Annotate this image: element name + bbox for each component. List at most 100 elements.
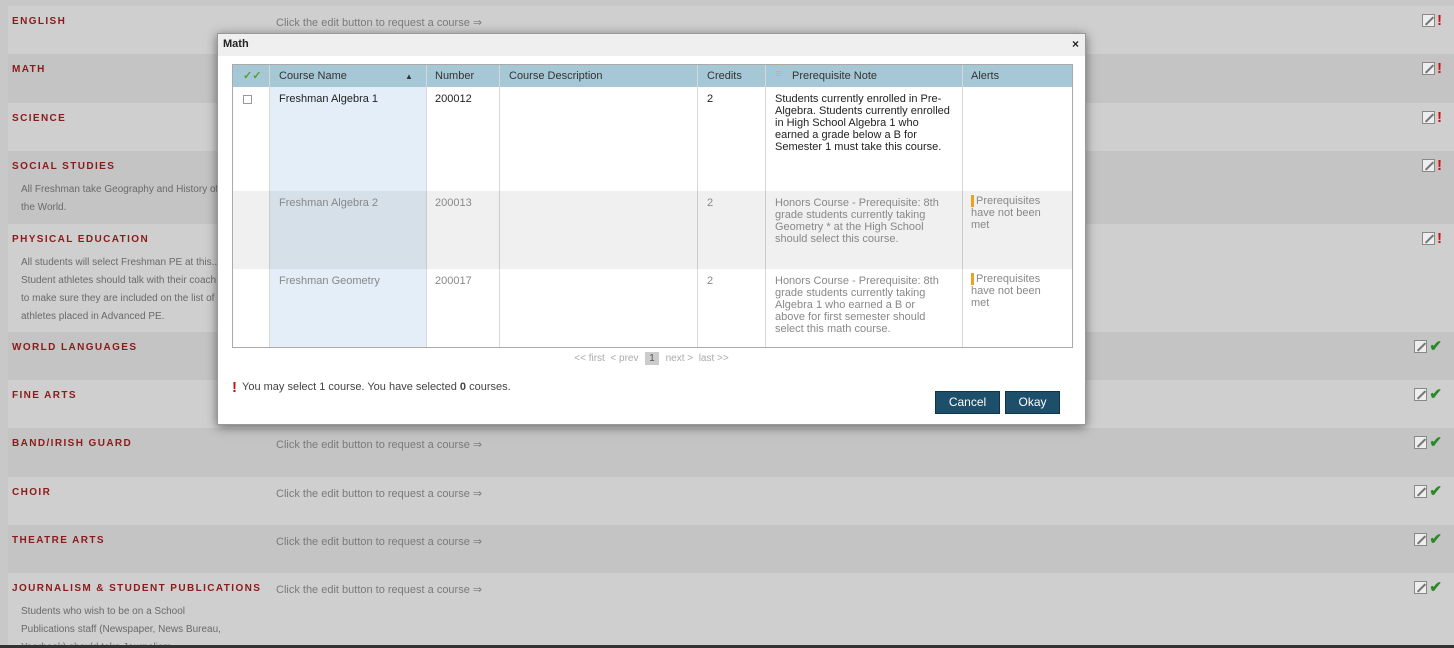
- edit-icon[interactable]: [1414, 388, 1428, 401]
- prereq-note: Honors Course - Prerequisite: 8th grade …: [775, 275, 939, 335]
- category-description: Students who wish to be on a School Publ…: [21, 606, 221, 645]
- column-description[interactable]: Course Description: [509, 70, 603, 82]
- course-grid: ✓✓ Course Name ▲ Number Course Descripti…: [232, 64, 1073, 348]
- prereq-note: Students currently enrolled in Pre-Algeb…: [775, 93, 950, 153]
- note-icon: ≡: [775, 68, 782, 80]
- alert-text: Prerequisites have not been met: [971, 273, 1041, 309]
- category-hint: Click the edit button to request a cours…: [276, 488, 483, 500]
- selection-suffix: courses.: [466, 381, 511, 393]
- prereq-note: Honors Course - Prerequisite: 8th grade …: [775, 197, 939, 245]
- pagination: << first < prev 1 next > last >>: [218, 352, 1085, 365]
- select-all-icon[interactable]: ✓✓: [243, 69, 261, 82]
- edit-icon[interactable]: [1422, 62, 1435, 75]
- category-actions: ✔: [1414, 337, 1442, 355]
- edit-icon[interactable]: [1414, 485, 1428, 498]
- category-row-theatre-arts: Theatre Arts Click the edit button to re…: [8, 525, 1454, 573]
- category-name: English: [12, 16, 67, 27]
- course-checkbox[interactable]: [243, 95, 252, 104]
- pager-last[interactable]: last >>: [699, 353, 729, 364]
- category-actions: !: [1422, 108, 1442, 126]
- warning-icon: !: [1437, 11, 1442, 29]
- column-number[interactable]: Number: [435, 70, 474, 82]
- alert-cell: Prerequisites have not been met: [971, 195, 1061, 231]
- course-credits: 2: [707, 93, 714, 105]
- course-name: Freshman Algebra 1: [279, 93, 379, 105]
- warning-icon: !: [232, 379, 237, 396]
- pager-first[interactable]: << first: [574, 353, 605, 364]
- category-actions: !: [1422, 156, 1442, 174]
- check-icon: ✔: [1429, 433, 1442, 451]
- edit-icon[interactable]: [1414, 533, 1428, 546]
- warning-icon: !: [1437, 156, 1442, 174]
- check-icon: ✔: [1429, 530, 1442, 548]
- category-name: Social Studies: [12, 161, 116, 172]
- edit-icon[interactable]: [1414, 436, 1428, 449]
- category-actions: ✔: [1414, 385, 1442, 403]
- category-name: Math: [12, 64, 46, 75]
- column-alerts[interactable]: Alerts: [971, 70, 999, 82]
- edit-icon[interactable]: [1422, 14, 1435, 27]
- selection-message: ! You may select 1 course. You have selec…: [232, 379, 511, 396]
- cancel-button[interactable]: Cancel: [935, 391, 1000, 414]
- check-icon: ✔: [1429, 337, 1442, 355]
- edit-icon[interactable]: [1422, 232, 1435, 245]
- table-row[interactable]: Freshman Algebra 1 200012 2 Students cur…: [233, 87, 1072, 191]
- category-actions: !: [1422, 11, 1442, 29]
- category-row-choir: Choir Click the edit button to request a…: [8, 477, 1454, 525]
- category-name: Fine Arts: [12, 390, 78, 401]
- grid-header: ✓✓ Course Name ▲ Number Course Descripti…: [233, 65, 1072, 87]
- course-credits: 2: [707, 275, 714, 287]
- category-name: Science: [12, 113, 67, 124]
- pager-prev[interactable]: < prev: [610, 353, 638, 364]
- table-row: Freshman Geometry 200017 2 Honors Course…: [233, 269, 1072, 347]
- selection-prefix: You may select 1 course. You have select…: [242, 381, 460, 393]
- course-name: Freshman Algebra 2: [279, 197, 379, 209]
- alert-icon: [971, 195, 974, 207]
- check-icon: ✔: [1429, 578, 1442, 596]
- warning-icon: !: [1437, 108, 1442, 126]
- course-number: 200013: [435, 197, 472, 209]
- category-actions: !: [1422, 229, 1442, 247]
- column-prereq[interactable]: Prerequisite Note: [792, 70, 877, 82]
- category-name: Band/Irish Guard: [12, 438, 133, 449]
- category-name: Theatre Arts: [12, 535, 105, 546]
- category-actions: !: [1422, 59, 1442, 77]
- dialog-header: Math ×: [218, 34, 1085, 56]
- alert-cell: Prerequisites have not been met: [971, 273, 1061, 309]
- course-name: Freshman Geometry: [279, 275, 380, 287]
- category-name: World Languages: [12, 342, 138, 353]
- category-actions: ✔: [1414, 482, 1442, 500]
- edit-icon[interactable]: [1414, 581, 1428, 594]
- category-actions: ✔: [1414, 578, 1442, 596]
- category-hint: Click the edit button to request a cours…: [276, 536, 483, 548]
- category-description: All Freshman take Geography and History …: [21, 184, 219, 213]
- edit-icon[interactable]: [1422, 159, 1435, 172]
- okay-button[interactable]: Okay: [1005, 391, 1060, 414]
- category-name: Physical Education: [12, 234, 150, 245]
- course-select-dialog: Math × ✓✓ Course Name ▲ Number Course De…: [217, 33, 1086, 425]
- category-name: Choir: [12, 487, 52, 498]
- category-row-band: Band/Irish Guard Click the edit button t…: [8, 428, 1454, 477]
- check-icon: ✔: [1429, 482, 1442, 500]
- dialog-title: Math: [223, 38, 249, 50]
- alert-icon: [971, 273, 974, 285]
- warning-icon: !: [1437, 229, 1442, 247]
- course-number: 200017: [435, 275, 472, 287]
- check-icon: ✔: [1429, 385, 1442, 403]
- edit-icon[interactable]: [1414, 340, 1428, 353]
- column-course-name[interactable]: Course Name: [279, 70, 347, 82]
- warning-icon: !: [1437, 59, 1442, 77]
- sort-ascending-icon[interactable]: ▲: [405, 72, 413, 81]
- course-number: 200012: [435, 93, 472, 105]
- category-hint: Click the edit button to request a cours…: [276, 584, 483, 596]
- category-description: All students will select Freshman PE at …: [21, 257, 220, 322]
- pager-current[interactable]: 1: [645, 352, 659, 365]
- category-hint: Click the edit button to request a cours…: [276, 17, 483, 29]
- close-icon[interactable]: ×: [1072, 37, 1079, 51]
- edit-icon[interactable]: [1422, 111, 1435, 124]
- category-actions: ✔: [1414, 530, 1442, 548]
- pager-next[interactable]: next >: [666, 353, 694, 364]
- column-credits[interactable]: Credits: [707, 70, 742, 82]
- alert-text: Prerequisites have not been met: [971, 195, 1041, 231]
- category-hint: Click the edit button to request a cours…: [276, 439, 483, 451]
